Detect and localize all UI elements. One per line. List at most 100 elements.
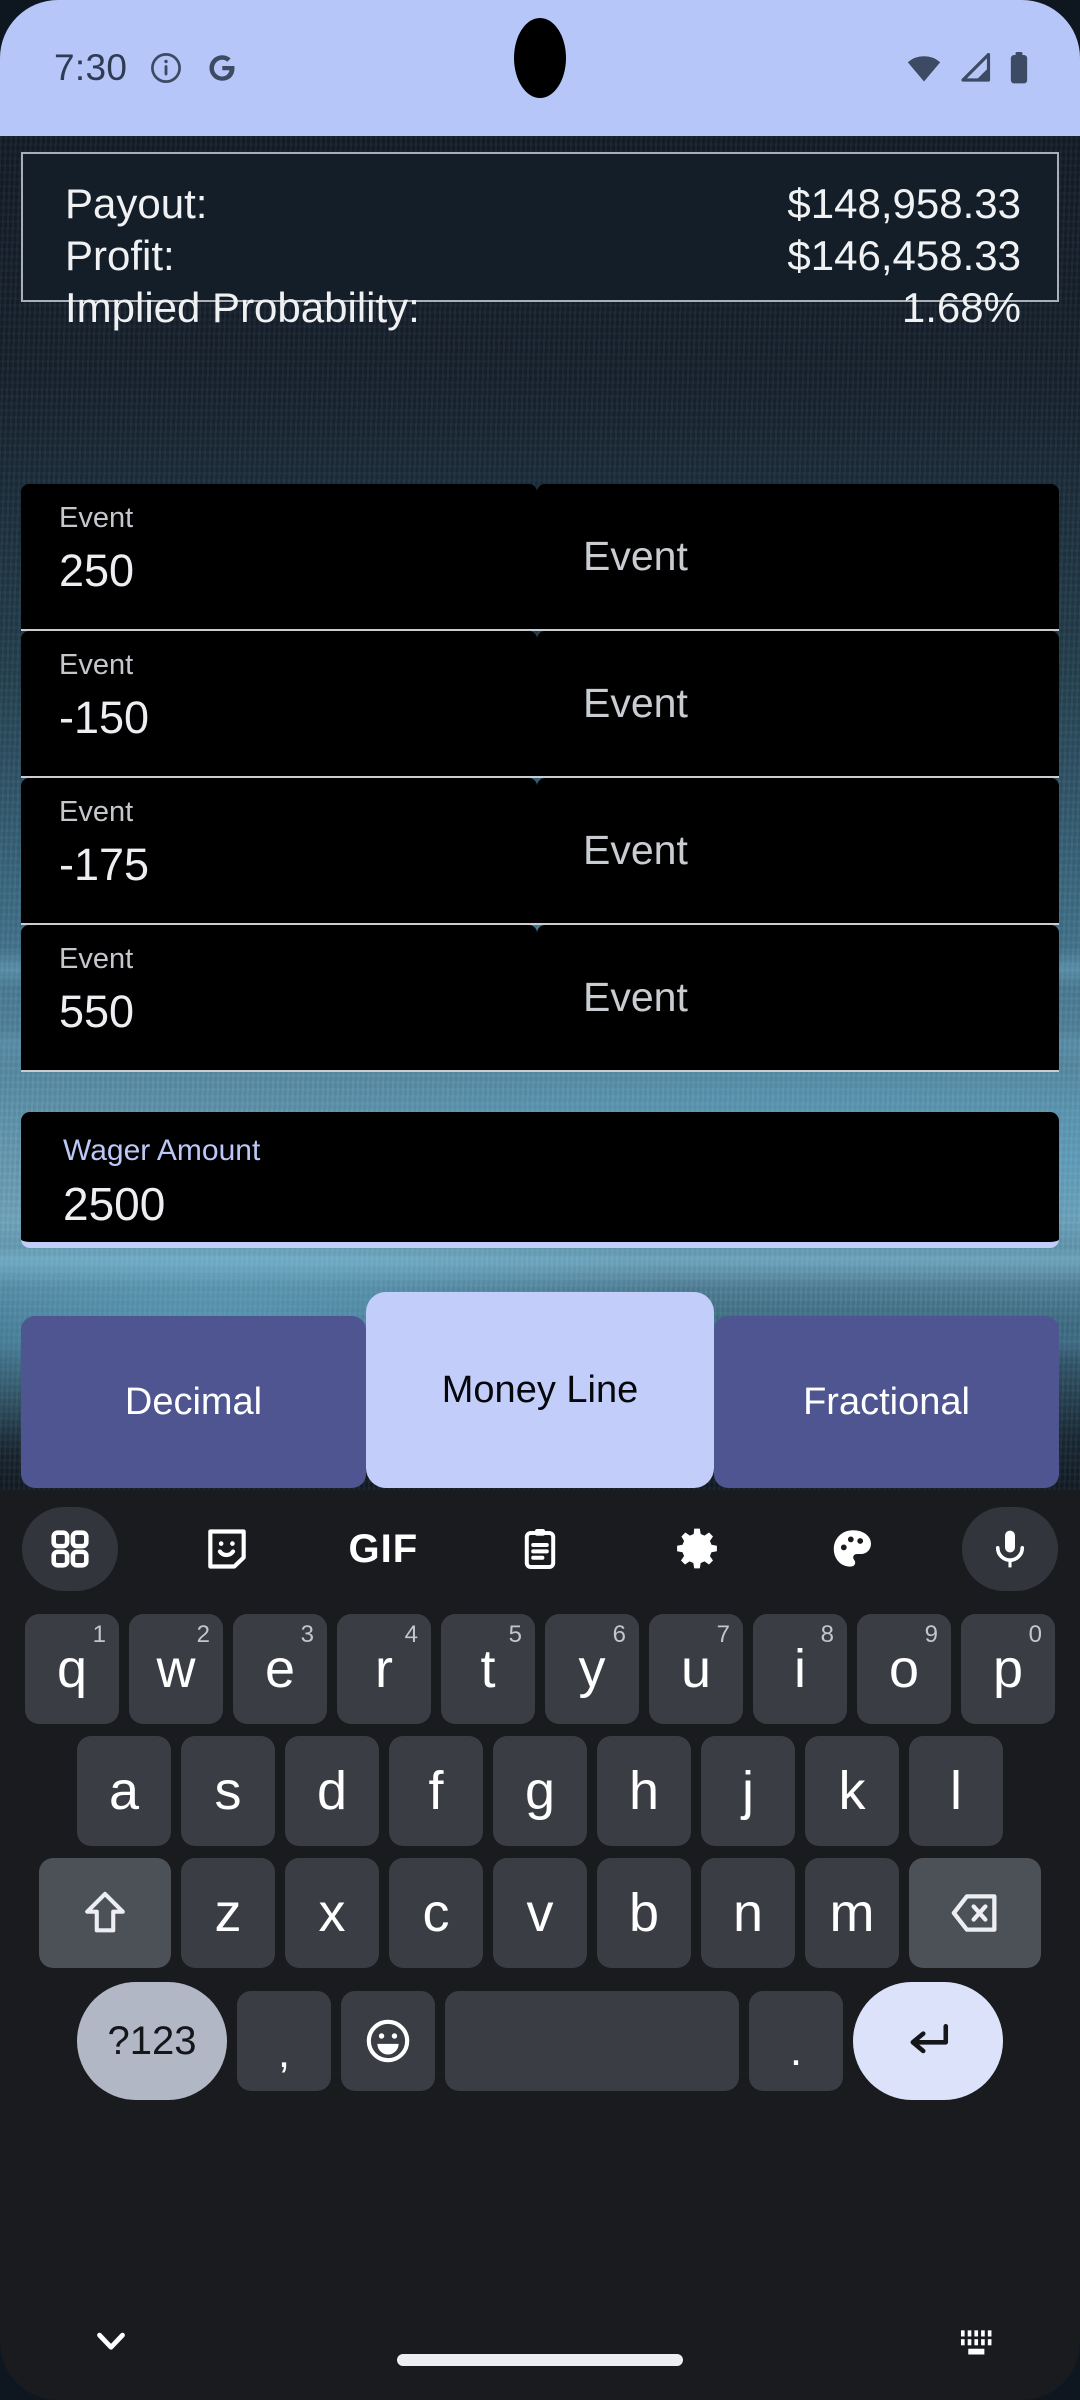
battery-icon	[1008, 52, 1030, 84]
key-g[interactable]: g	[493, 1736, 587, 1846]
key-x[interactable]: x	[285, 1858, 379, 1968]
odds-format-decimal-button[interactable]: Decimal	[21, 1316, 366, 1488]
key-period[interactable]: .	[749, 1991, 843, 2091]
key-c[interactable]: c	[389, 1858, 483, 1968]
summary-row-implied-probability: Implied Probability: 1.68%	[65, 284, 1021, 332]
backspace-icon[interactable]	[909, 1858, 1041, 1968]
event-name-placeholder-3: Event	[583, 827, 688, 873]
cellular-signal-icon	[958, 53, 992, 83]
status-bar-clock: 7:30	[54, 47, 128, 88]
key-c-label: c	[422, 1883, 450, 1943]
event-name-placeholder-4: Event	[583, 974, 688, 1020]
key-h-label: h	[628, 1761, 660, 1821]
key-o-label: o	[888, 1639, 920, 1699]
key-k-label: k	[838, 1761, 866, 1821]
key-z[interactable]: z	[181, 1858, 275, 1968]
key-i-label: i	[794, 1639, 806, 1699]
event-name-input-4[interactable]: Event	[537, 925, 1059, 1072]
key-u-number: 7	[716, 1621, 730, 1648]
event-name-input-1[interactable]: Event	[537, 484, 1059, 631]
key-g-label: g	[524, 1761, 556, 1821]
status-bar-right	[906, 52, 1030, 84]
key-w[interactable]: 2w	[129, 1614, 223, 1724]
clipboard-icon[interactable]	[492, 1507, 588, 1591]
key-e-label: e	[264, 1639, 296, 1699]
keyboard-row-1: 1q 2w 3e 4r 5t 6y 7u 8i 9o 0p	[0, 1614, 1080, 1724]
key-y[interactable]: 6y	[545, 1614, 639, 1724]
event-name-input-2[interactable]: Event	[537, 631, 1059, 778]
keyboard-row-2: a s d f g h j k l	[0, 1736, 1080, 1846]
key-i-number: 8	[820, 1621, 834, 1648]
key-m-label: m	[829, 1883, 875, 1943]
chevron-down-icon[interactable]	[86, 2316, 136, 2371]
key-b[interactable]: b	[597, 1858, 691, 1968]
key-o[interactable]: 9o	[857, 1614, 951, 1724]
shift-arrow-up-icon[interactable]	[39, 1858, 171, 1968]
key-t[interactable]: 5t	[441, 1614, 535, 1724]
key-comma[interactable]: ,	[237, 1991, 331, 2091]
key-f[interactable]: f	[389, 1736, 483, 1846]
key-a[interactable]: a	[77, 1736, 171, 1846]
odds-format-toggle-group: Decimal Money Line Fractional	[21, 1292, 1059, 1488]
key-x-label: x	[318, 1883, 346, 1943]
profit-label: Profit:	[65, 232, 175, 279]
key-p[interactable]: 0p	[961, 1614, 1055, 1724]
event-name-input-3[interactable]: Event	[537, 778, 1059, 925]
key-n[interactable]: n	[701, 1858, 795, 1968]
home-pill[interactable]	[397, 2354, 683, 2366]
apps-grid-icon[interactable]	[22, 1507, 118, 1591]
odds-format-fractional-button[interactable]: Fractional	[714, 1316, 1059, 1488]
key-t-label: t	[480, 1639, 496, 1699]
keyboard-row-4: ?123 , .	[0, 1982, 1080, 2100]
keyboard-switch-icon[interactable]	[956, 2320, 1002, 2371]
key-v-label: v	[526, 1883, 554, 1943]
settings-gear-icon[interactable]	[649, 1507, 745, 1591]
event-odds-input-3[interactable]: Event -175	[21, 778, 537, 925]
event-odds-input-2[interactable]: Event -150	[21, 631, 537, 778]
event-odds-value-4: 550	[59, 986, 135, 1037]
key-j[interactable]: j	[701, 1736, 795, 1846]
event-odds-value-3: -175	[59, 839, 150, 890]
key-r-number: 4	[404, 1621, 418, 1648]
event-name-placeholder-1: Event	[583, 533, 688, 579]
emoji-smiley-icon[interactable]	[341, 1991, 435, 2091]
event-row: Event 550 Event	[21, 925, 1059, 1072]
key-d[interactable]: d	[285, 1736, 379, 1846]
space-key[interactable]	[445, 1991, 739, 2091]
key-j-label: j	[742, 1761, 754, 1821]
event-odds-label-2: Event	[59, 649, 134, 681]
enter-return-icon[interactable]	[853, 1982, 1003, 2100]
key-l[interactable]: l	[909, 1736, 1003, 1846]
palette-icon[interactable]	[805, 1507, 901, 1591]
symbols-toggle-key[interactable]: ?123	[77, 1982, 227, 2100]
key-m[interactable]: m	[805, 1858, 899, 1968]
event-odds-input-4[interactable]: Event 550	[21, 925, 537, 1072]
key-d-label: d	[316, 1761, 348, 1821]
gif-icon[interactable]: GIF	[335, 1507, 431, 1591]
key-s[interactable]: s	[181, 1736, 275, 1846]
key-v[interactable]: v	[493, 1858, 587, 1968]
key-r[interactable]: 4r	[337, 1614, 431, 1724]
key-h[interactable]: h	[597, 1736, 691, 1846]
key-u[interactable]: 7u	[649, 1614, 743, 1724]
event-row: Event -150 Event	[21, 631, 1059, 778]
on-screen-keyboard: GIF 1q 2w 3e 4r 5t 6y 7 u 8 i 9 o 0 p a …	[0, 1490, 1080, 2290]
key-k[interactable]: k	[805, 1736, 899, 1846]
key-p-label: p	[992, 1639, 1024, 1699]
event-odds-input-1[interactable]: Event 250	[21, 484, 537, 631]
key-e[interactable]: 3e	[233, 1614, 327, 1724]
payout-summary-card: Payout: $148,958.33 Profit: $146,458.33 …	[21, 152, 1059, 331]
odds-format-money-line-button[interactable]: Money Line	[366, 1292, 714, 1488]
microphone-icon[interactable]	[962, 1507, 1059, 1591]
sticker-icon[interactable]	[179, 1507, 275, 1591]
key-p-number: 0	[1028, 1621, 1042, 1648]
profit-value: $146,458.33	[787, 232, 1021, 279]
key-i[interactable]: 8i	[753, 1614, 847, 1724]
key-t-number: 5	[508, 1621, 522, 1648]
event-name-placeholder-2: Event	[583, 680, 688, 726]
gif-label: GIF	[348, 1526, 419, 1571]
key-q[interactable]: 1q	[25, 1614, 119, 1724]
key-q-label: q	[56, 1639, 88, 1699]
wager-amount-input[interactable]: Wager Amount 2500	[21, 1112, 1059, 1248]
key-f-label: f	[428, 1761, 444, 1821]
